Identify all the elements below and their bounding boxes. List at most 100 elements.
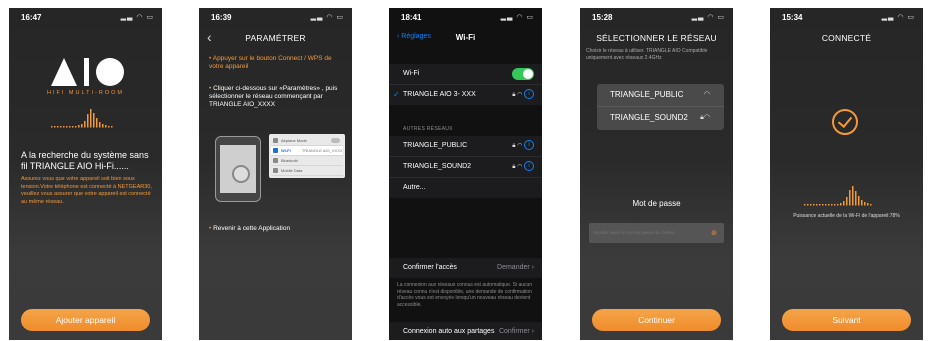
status-bar: 15:28 ▂▃ ◠ ▭ (580, 8, 733, 28)
status-bar: 16:47 ▂▃ ◠ ▭ (9, 8, 162, 28)
toggle-icon (331, 138, 340, 143)
status-bar: 18:41 ▂▃ ◠ ▭ (389, 8, 542, 28)
ask-to-join-value: Demander › (497, 264, 534, 271)
gear-icon (232, 165, 250, 183)
ask-to-join-row[interactable]: Confirmer l'accès Demander › (389, 258, 542, 278)
ask-to-join-value-text: Demander (497, 264, 530, 271)
illus-row-airplane: Airplane Mode (271, 136, 343, 146)
screen-connected: 15:34 ▂▃ ◠ ▭ CONNECTÉ Puissance actuelle… (770, 8, 923, 340)
bluetooth-icon (273, 158, 278, 163)
other-network-row[interactable]: Autre... (389, 178, 542, 198)
illus-row-label: Wi-Fi (281, 148, 291, 153)
airplane-icon (273, 138, 278, 143)
illus-wifi-value: TRIANGLE AIO_XXXX (301, 148, 343, 153)
network-name: TRIANGLE_SOUND2 (403, 163, 472, 170)
status-bar: 15:34 ▂▃ ◠ ▭ (770, 8, 923, 28)
status-icons: ▂▃ ◠ ▭ (310, 14, 344, 21)
info-icon[interactable]: i (524, 140, 534, 151)
add-device-button[interactable]: Ajouter appareil (21, 309, 150, 331)
status-bar: 16:39 ▂▃ ◠ ▭ (199, 8, 352, 28)
instruction-step-3: • Revenir à cette Application (209, 225, 291, 232)
illus-row-label: Airplane Mode (281, 138, 307, 143)
connected-network-row[interactable]: ✓ TRIANGLE AIO 3- XXX 🔒︎ ◠ i (389, 85, 542, 105)
auto-hotspot-label: Connexion auto aux partages (403, 328, 495, 335)
info-icon[interactable]: i (524, 161, 534, 172)
connected-network-name: TRIANGLE AIO 3- XXX (403, 91, 476, 98)
network-name: Autre... (403, 184, 426, 191)
antenna-icon (273, 168, 278, 173)
instruction-step-1: • Appuyer sur le bouton Connect / WPS de… (209, 55, 332, 70)
auto-join-group: Connexion auto aux partages Confirmer › (389, 322, 542, 340)
lock-wifi-icon: 🔒︎◠ (700, 114, 710, 121)
settings-illustration: Airplane Mode Wi-Fi TRIANGLE AIO_XXXX Bl… (211, 132, 345, 202)
illus-row-label: Mobile Data (281, 168, 303, 173)
settings-panel-illustration: Airplane Mode Wi-Fi TRIANGLE AIO_XXXX Bl… (269, 134, 345, 178)
wifi-icon: ◠ (703, 91, 710, 98)
status-icons: ▂▃ ◠ ▭ (881, 14, 915, 21)
other-networks-group: TRIANGLE_PUBLIC 🔒︎ ◠ i TRIANGLE_SOUND2 🔒… (389, 136, 542, 198)
password-input[interactable] (589, 223, 724, 243)
checkmark-stroke (837, 112, 853, 129)
search-instructions: Assurez vous que votre appareil soit bie… (21, 176, 152, 205)
network-status-icons: 🔒︎ ◠ i (512, 157, 534, 177)
logo-a-shape (51, 58, 77, 86)
wifi-icon (273, 148, 278, 153)
status-time: 15:34 (782, 13, 803, 22)
screen-ios-wifi: 18:41 ▂▃ ◠ ▭ ‹ Réglages Wi-Fi Wi-Fi ✓ TR… (389, 8, 542, 340)
instruction-step-2-text: Cliquer ci-dessous sur «Paramètres» , pu… (209, 85, 338, 108)
ask-to-join-label: Confirmer l'accès (403, 264, 457, 271)
network-row[interactable]: TRIANGLE_PUBLIC 🔒︎ ◠ i (389, 136, 542, 157)
illus-row-bluetooth: Bluetooth (271, 156, 343, 166)
section-header-other-networks: AUTRES RÉSEAUX (403, 126, 453, 132)
auto-hotspot-row[interactable]: Connexion auto aux partages Confirmer › (389, 322, 542, 340)
search-heading: A la recherche du système sans fil TRIAN… (21, 150, 149, 171)
status-icons: ▂▃ ◠ ▭ (120, 14, 154, 21)
network-status-icons: 🔒︎ ◠ i (512, 85, 534, 105)
wifi-toggle[interactable] (512, 68, 534, 80)
page-title: SÉLECTIONNER LE RÉSEAU (596, 33, 717, 43)
checkmark-icon (832, 109, 858, 135)
screen-setup: 16:39 ▂▃ ◠ ▭ ‹ PARAMÉTRER • Appuyer sur … (199, 8, 352, 340)
wifi-toggle-label: Wi-Fi (403, 70, 420, 77)
continue-button[interactable]: Continuer (592, 309, 721, 331)
illus-row-label: Bluetooth (281, 158, 298, 163)
network-item[interactable]: TRIANGLE_SOUND2 🔒︎◠ (597, 107, 724, 129)
instruction-step-2: • Cliquer ci-dessous sur «Paramètres» , … (209, 85, 338, 108)
phone-illustration-screen (220, 145, 256, 193)
network-item[interactable]: TRIANGLE_PUBLIC ◠ (597, 84, 724, 107)
network-status-icons: 🔒︎ ◠ i (512, 136, 534, 156)
tagline: HIFI MULTI-ROOM (47, 90, 124, 96)
status-time: 18:41 (401, 13, 422, 22)
status-icons: ▂▃ ◠ ▭ (691, 14, 725, 21)
network-row[interactable]: TRIANGLE_SOUND2 🔒︎ ◠ i (389, 157, 542, 178)
ask-to-join-note: La connexion aux réseaux connus est auto… (397, 282, 533, 308)
logo-i-shape (84, 58, 89, 86)
phone-illustration (215, 136, 261, 202)
sound-wave-icon (51, 109, 113, 128)
page-title: PARAMÉTRER (245, 33, 306, 43)
status-time: 15:28 (592, 13, 613, 22)
page-subtitle: Choisir le réseau à utiliser. TRIANGLE A… (586, 48, 708, 61)
password-label: Mot de passe (632, 199, 681, 208)
screen-searching: 16:47 ▂▃ ◠ ▭ HIFI MULTI-ROOM A la recher… (9, 8, 162, 340)
wifi-toggle-row: Wi-Fi (389, 64, 542, 85)
checkmark-icon: ✓ (393, 90, 400, 99)
illus-row-wifi: Wi-Fi TRIANGLE AIO_XXXX (271, 146, 343, 156)
screen-select-network: 15:28 ▂▃ ◠ ▭ SÉLECTIONNER LE RÉSEAU Choi… (580, 8, 733, 340)
status-time: 16:47 (21, 13, 42, 22)
status-time: 16:39 (211, 13, 232, 22)
info-icon[interactable]: i (524, 89, 534, 100)
page-title: Wi-Fi (455, 33, 476, 42)
eye-off-icon[interactable]: ⊘ (711, 229, 717, 237)
auto-hotspot-value-text: Confirmer (498, 328, 530, 335)
instruction-step-1-text: Appuyer sur le bouton Connect / WPS de v… (209, 55, 332, 70)
network-name: TRIANGLE_PUBLIC (610, 90, 684, 99)
instruction-step-3-text: Revenir à cette Application (213, 225, 291, 232)
next-button[interactable]: Suivant (782, 309, 911, 331)
auto-hotspot-value: Confirmer › (498, 328, 534, 335)
network-name: TRIANGLE_SOUND2 (610, 113, 688, 122)
illus-row-mobile-data: Mobile Data (271, 166, 343, 176)
wifi-strength-text: Puissance actuelle de la Wi-Fi de l'appa… (793, 213, 900, 219)
aio-logo (9, 58, 162, 92)
ask-to-join-group: Confirmer l'accès Demander › (389, 258, 542, 278)
